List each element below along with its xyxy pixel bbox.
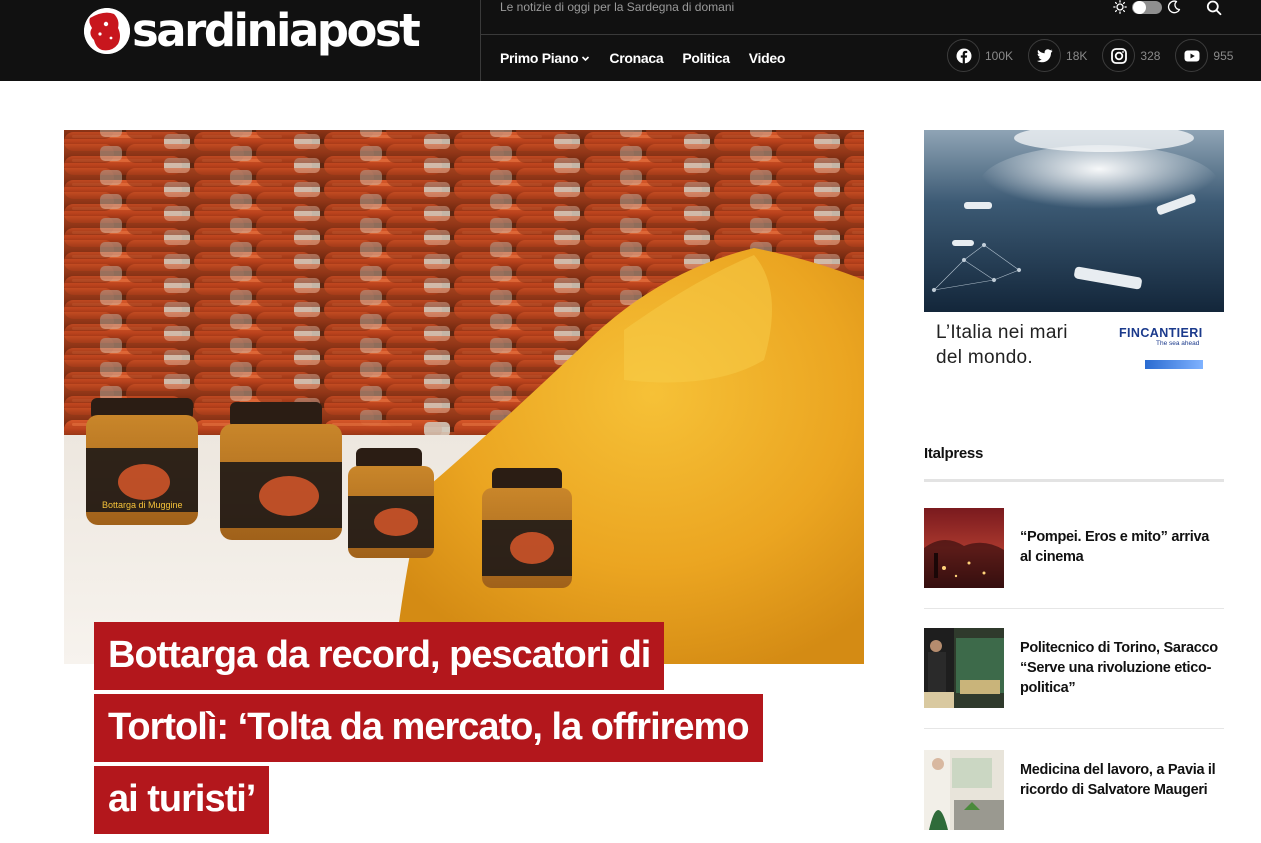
thumb-image (924, 508, 1004, 588)
nav-item-label: Politica (682, 50, 730, 66)
article-headline[interactable]: Bottarga da record, pescatori di Tortolì… (94, 622, 854, 838)
header-divider (481, 34, 1261, 35)
headline-row: Tortolì: ‘Tolta da mercato, la offriremo (94, 694, 854, 766)
fincantieri-ad[interactable]: L’Italia nei mari del mondo. FINCANTIERI… (924, 130, 1224, 380)
sidebar-section-title[interactable]: Italpress (924, 445, 983, 462)
jar-3 (348, 448, 434, 558)
headline-row: Bottarga da record, pescatori di (94, 622, 854, 694)
news-thumbnail[interactable] (924, 750, 1004, 830)
twitter-icon (1028, 39, 1062, 72)
search-icon[interactable] (1206, 0, 1222, 16)
thumb-image (924, 628, 1004, 708)
social-count: 328 (1140, 48, 1161, 63)
facebook-icon (947, 39, 980, 72)
bottarga-photo: Bottarga di Muggine (64, 130, 864, 664)
ad-text-line: del mondo. (936, 347, 1034, 368)
jar-4 (482, 468, 572, 588)
chevron-down-icon (582, 55, 590, 61)
thumb-image (924, 750, 1004, 830)
social-count: 955 (1213, 48, 1234, 63)
sidebar-section-rule (924, 479, 1224, 482)
social-facebook[interactable]: 100K (947, 39, 1013, 72)
social-instagram[interactable]: 328 (1102, 39, 1160, 72)
news-title[interactable]: Medicina del lavoro, a Pavia il ricordo … (1020, 760, 1224, 800)
news-title[interactable]: Politecnico di Torino, Saracco “Serve un… (1020, 638, 1224, 698)
toggle-knob (1133, 0, 1146, 14)
jar-1: Bottarga di Muggine (86, 398, 198, 525)
site-header: sardiniapost Le notizie di oggi per la S… (0, 0, 1261, 81)
youtube-icon (1175, 39, 1209, 72)
news-title[interactable]: “Pompei. Eros e mito” arriva al cinema (1020, 527, 1224, 567)
news-item-medicina[interactable]: Medicina del lavoro, a Pavia il ricordo … (924, 750, 1224, 830)
news-thumbnail[interactable] (924, 508, 1004, 588)
header-divider (480, 0, 481, 81)
nav-item-primo-piano[interactable]: Primo Piano (500, 49, 590, 67)
headline-line: ai turisti’ (94, 766, 270, 834)
nav-item-label: Cronaca (609, 50, 664, 66)
nav-item-video[interactable]: Video (748, 49, 786, 67)
site-logo[interactable]: sardiniapost (84, 4, 421, 57)
headline-row: ai turisti’ (94, 766, 854, 838)
nav-item-politica[interactable]: Politica (682, 49, 730, 67)
theme-toggle[interactable] (1113, 0, 1181, 14)
ad-headline: L’Italia nei mari del mondo. (936, 320, 1068, 370)
nav-item-label: Video (748, 50, 786, 66)
moon-icon (1167, 0, 1181, 14)
sardinia-logo-mark (84, 8, 130, 54)
headline-line: Tortolì: ‘Tolta da mercato, la offriremo (94, 694, 763, 762)
main-navigation: Primo Piano Cronaca Politica Video (500, 49, 804, 67)
news-separator (924, 608, 1224, 609)
nav-item-cronaca[interactable]: Cronaca (609, 49, 663, 67)
ad-brand-bar (1145, 360, 1203, 369)
social-youtube[interactable]: 955 (1175, 39, 1233, 72)
headline-line: Bottarga da record, pescatori di (94, 622, 665, 690)
sun-icon (1113, 0, 1127, 14)
site-logo-text: sardiniapost (132, 4, 421, 57)
social-count: 100K (985, 48, 1014, 63)
social-links: 100K 18K 328 955 (947, 39, 1248, 72)
instagram-icon (1102, 39, 1136, 72)
social-count: 18K (1066, 48, 1088, 63)
nav-item-label: Primo Piano (500, 50, 579, 66)
ad-image-ships (924, 130, 1224, 313)
news-separator (924, 728, 1224, 729)
ad-brand-tagline: The sea ahead (1156, 340, 1200, 347)
fincantieri-logo: FINCANTIERI (1119, 326, 1203, 340)
social-twitter[interactable]: 18K (1028, 39, 1087, 72)
news-item-politecnico[interactable]: Politecnico di Torino, Saracco “Serve un… (924, 628, 1224, 708)
news-thumbnail[interactable] (924, 628, 1004, 708)
news-item-pompei[interactable]: “Pompei. Eros e mito” arriva al cinema (924, 508, 1224, 588)
hero-image[interactable]: Bottarga di Muggine (64, 130, 864, 664)
svg-text:Bottarga di Muggine: Bottarga di Muggine (102, 500, 183, 510)
ad-text-line: L’Italia nei mari (936, 322, 1068, 343)
site-tagline: Le notizie di oggi per la Sardegna di do… (500, 0, 735, 14)
toggle-switch[interactable] (1132, 0, 1162, 14)
